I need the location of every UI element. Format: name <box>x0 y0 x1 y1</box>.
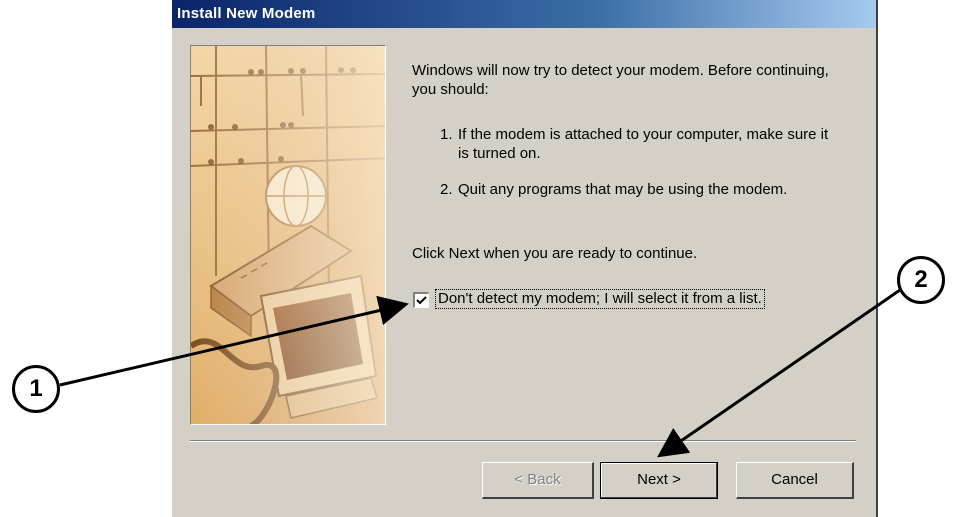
callout-1: 1 <box>12 365 60 413</box>
callout-1-arrow <box>59 295 409 387</box>
screenshot-stage: Install New Modem Windows will now try t… <box>0 0 957 517</box>
callout-2-arrow <box>657 288 901 458</box>
callout-arrows <box>59 288 901 458</box>
callout-2: 2 <box>897 256 945 304</box>
